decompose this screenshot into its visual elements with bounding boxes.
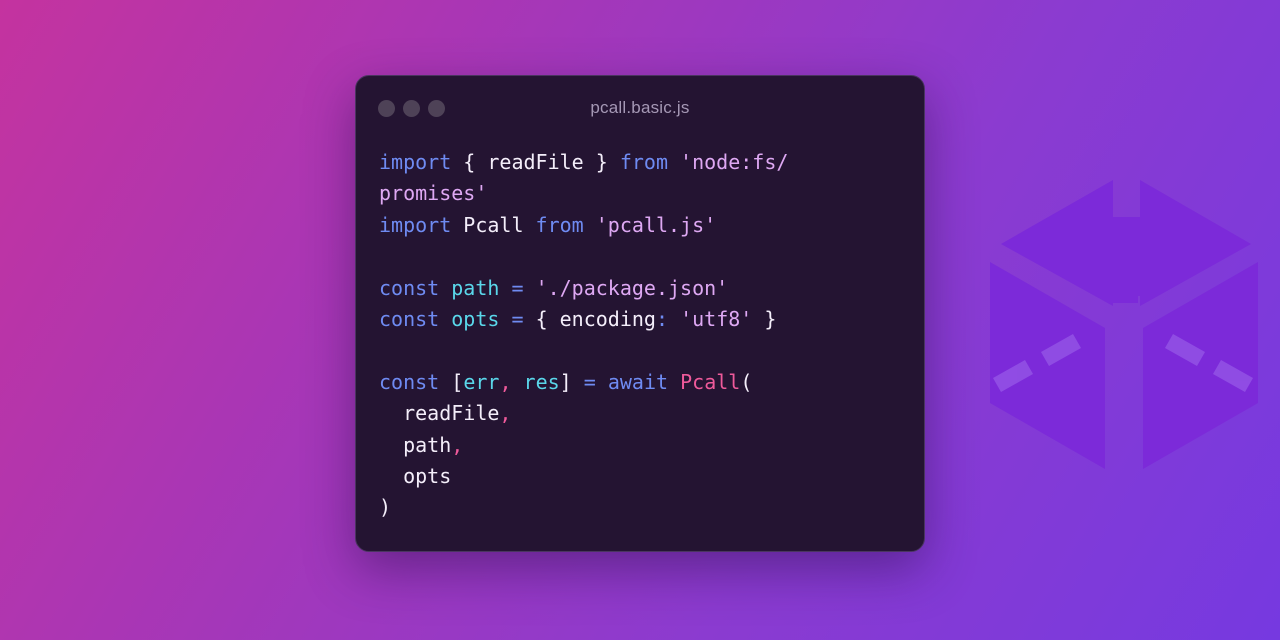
- code-token: (: [740, 369, 753, 394]
- code-token: path: [451, 275, 500, 300]
- code-token: 'utf8': [680, 306, 753, 331]
- code-token: readFile: [379, 401, 500, 426]
- code-token: ,: [499, 401, 512, 426]
- code-token: await: [607, 369, 669, 394]
- code-token: 'node:fs/: [680, 150, 789, 174]
- code-token: opts: [379, 463, 452, 488]
- code-line: readFile,: [379, 398, 904, 429]
- code-token: from: [535, 212, 584, 237]
- code-line: const opts = { encoding: 'utf8' }: [379, 304, 904, 335]
- code-token: }: [752, 306, 777, 331]
- code-token: [: [439, 369, 464, 394]
- code-line: path,: [379, 430, 904, 461]
- code-token: ,: [499, 369, 524, 394]
- code-token: const: [379, 306, 440, 331]
- code-token: path: [379, 432, 452, 457]
- code-token: =: [499, 306, 536, 331]
- code-token: :: [655, 306, 669, 331]
- code-line: import Pcall from 'pcall.js': [379, 210, 904, 241]
- code-token: const: [379, 369, 440, 394]
- code-token: ): [379, 495, 392, 520]
- code-token: import: [379, 212, 452, 237]
- code-line: const path = './package.json': [379, 273, 904, 304]
- code-token: opts: [451, 306, 500, 331]
- code-token: readFile: [487, 150, 584, 174]
- code-token: =: [583, 369, 596, 394]
- code-line: ): [379, 492, 904, 523]
- code-token: 'pcall.js': [595, 212, 717, 237]
- code-token: { encoding: [535, 306, 656, 331]
- code-line: import { readFile } from 'node:fs/: [379, 147, 904, 178]
- code-token: {: [451, 150, 488, 174]
- code-token: from: [619, 150, 668, 174]
- code-window: pcall.basic.js import { readFile } from …: [355, 75, 925, 552]
- code-token: Pcall: [451, 212, 536, 237]
- code-token: './package.json': [535, 275, 729, 300]
- file-title: pcall.basic.js: [590, 98, 690, 117]
- code-token: err: [463, 369, 500, 394]
- code-token: =: [499, 275, 536, 300]
- window-titlebar: pcall.basic.js: [356, 76, 924, 140]
- code-line: const [err, res] = await Pcall(: [379, 367, 904, 398]
- code-block: import { readFile } from 'node:fs/promis…: [379, 147, 904, 524]
- code-token: import: [379, 150, 452, 174]
- code-token: res: [523, 369, 560, 394]
- code-line: promises': [379, 178, 904, 209]
- code-line: opts: [379, 461, 904, 492]
- code-token: const: [379, 275, 440, 300]
- code-token: promises': [379, 181, 488, 206]
- pcall-logo-icon: [990, 180, 1258, 469]
- code-token: Pcall: [680, 369, 741, 394]
- code-token: ,: [451, 432, 464, 457]
- code-token: ]: [559, 369, 584, 394]
- code-token: }: [583, 150, 620, 174]
